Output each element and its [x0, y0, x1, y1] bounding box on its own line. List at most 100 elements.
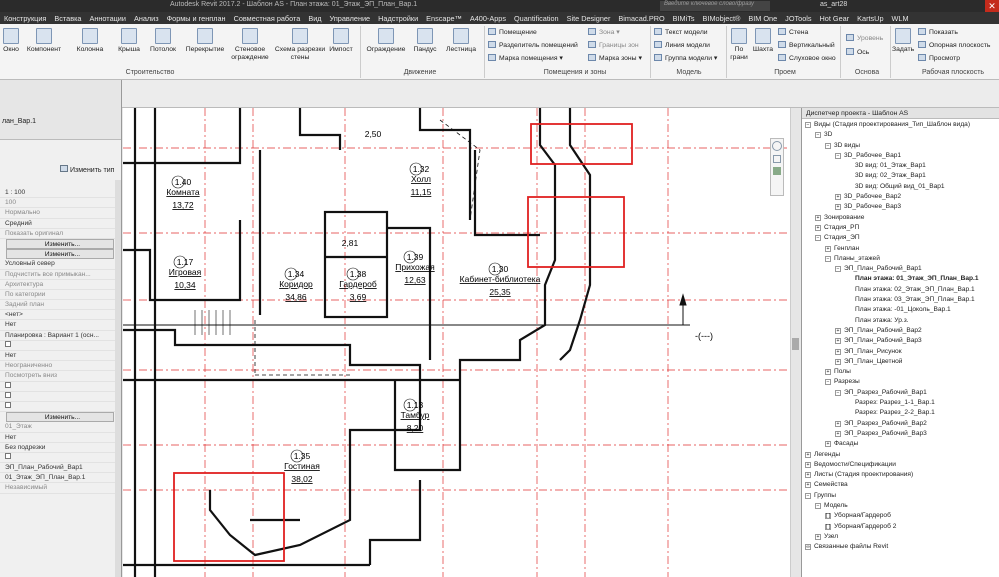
- search-input[interactable]: Введите ключевое слово/фразу: [660, 1, 770, 11]
- node-icon[interactable]: [ ]: [825, 513, 831, 520]
- browser-node[interactable]: + Генплан: [802, 244, 999, 254]
- collapse-icon[interactable]: −: [835, 389, 841, 396]
- scroll-thumb[interactable]: [792, 338, 799, 350]
- browser-node[interactable]: 3D вид: 01_Этаж_Вар1: [802, 161, 999, 171]
- expand-icon[interactable]: +: [815, 224, 821, 231]
- property-row[interactable]: Условный север: [0, 259, 121, 270]
- show-workplane-button[interactable]: Показать: [918, 28, 958, 36]
- model-text-button[interactable]: Текст модели: [654, 28, 708, 36]
- property-row[interactable]: Независимый: [0, 483, 121, 494]
- browser-node[interactable]: − Планы_этажей: [802, 254, 999, 264]
- room-button[interactable]: Помещение: [488, 28, 537, 36]
- browser-node[interactable]: + Фасады: [802, 439, 999, 449]
- edit-button[interactable]: Изменить...: [6, 238, 114, 250]
- region-icon[interactable]: [773, 167, 781, 175]
- browser-node[interactable]: + ЭП_Разрез_Рабочий_Вар2: [802, 419, 999, 429]
- property-row[interactable]: 01_Этаж_ЭП_План_Вар.1: [0, 473, 121, 484]
- property-row[interactable]: По категории: [0, 290, 121, 301]
- shaft-button[interactable]: Шахта: [752, 28, 774, 54]
- ceiling-button[interactable]: Потолок: [146, 28, 180, 54]
- node-icon[interactable]: [ ]: [825, 523, 831, 530]
- expand-icon[interactable]: +: [825, 369, 831, 376]
- property-checkbox[interactable]: [5, 381, 11, 388]
- browser-node[interactable]: План этажа: -01_Цоколь_Вар.1: [802, 305, 999, 315]
- browser-node[interactable]: [ ] Уборная/Гардероб 2: [802, 522, 999, 532]
- vertical-opening-button[interactable]: Вертикальный: [778, 41, 835, 49]
- browser-node[interactable]: + Зонирование: [802, 213, 999, 223]
- level-button[interactable]: Уровень: [846, 34, 883, 42]
- viewer-button[interactable]: Просмотр: [918, 54, 960, 62]
- property-row[interactable]: Нет: [0, 351, 121, 362]
- property-checkbox[interactable]: [5, 401, 11, 408]
- property-row[interactable]: Средний: [0, 219, 121, 229]
- mullion-button[interactable]: Импост: [326, 28, 356, 54]
- browser-node[interactable]: План этажа: 01_Этаж_ЭП_План_Вар.1: [802, 274, 999, 284]
- wall-opening-button[interactable]: Стена: [778, 28, 808, 36]
- property-row[interactable]: [0, 381, 121, 392]
- canvas-scrollbar[interactable]: [790, 108, 800, 577]
- browser-node[interactable]: План этажа: 03_Этаж_ЭП_План_Вар.1: [802, 295, 999, 305]
- browser-node[interactable]: [ ] Уборная/Гардероб: [802, 511, 999, 521]
- property-checkbox[interactable]: [5, 391, 11, 398]
- browser-node[interactable]: − ЭП_План_Рабочий_Вар1: [802, 264, 999, 274]
- browser-node[interactable]: 3D вид: 02_Этаж_Вар1: [802, 171, 999, 181]
- floor-plan[interactable]: 2,50 1.40Комната 13,72 1.32Холл 11,15 2,81 1.1…: [123, 108, 790, 577]
- browser-node[interactable]: − Разрезы: [802, 377, 999, 387]
- property-row[interactable]: Нет: [0, 320, 121, 331]
- expand-icon[interactable]: +: [805, 451, 811, 458]
- property-row[interactable]: Неограниченно: [0, 361, 121, 372]
- browser-node[interactable]: + Полы: [802, 367, 999, 377]
- expand-icon[interactable]: +: [815, 533, 821, 540]
- expand-icon[interactable]: +: [835, 420, 841, 427]
- expand-icon[interactable]: +: [825, 441, 831, 448]
- browser-node[interactable]: + Легенды: [802, 450, 999, 460]
- collapse-icon[interactable]: −: [805, 492, 811, 499]
- set-workplane-button[interactable]: Задать: [892, 28, 914, 54]
- property-row[interactable]: [0, 401, 121, 413]
- property-row[interactable]: Задний план: [0, 300, 121, 311]
- ramp-button[interactable]: Пандус: [410, 28, 440, 54]
- model-line-button[interactable]: Линия модели: [654, 41, 710, 49]
- browser-node[interactable]: +3D_Рабочее_Вар3: [802, 202, 999, 212]
- drawing-canvas[interactable]: 2,50 1.40 Комната 13,72 1.32 Холл 11,15 2,81 1.1…: [123, 108, 790, 577]
- area-boundary-button[interactable]: Границы зон: [588, 41, 639, 49]
- column-button[interactable]: Колонна: [72, 28, 108, 54]
- collapse-icon[interactable]: −: [825, 255, 831, 262]
- browser-node[interactable]: +3D_Рабочее_Вар2: [802, 192, 999, 202]
- collapse-icon[interactable]: −: [805, 122, 811, 128]
- browser-node[interactable]: −3D_Рабочее_Вар1: [802, 151, 999, 161]
- browser-node[interactable]: −3D виды: [802, 141, 999, 151]
- user-name[interactable]: as_art28: [820, 1, 847, 8]
- dormer-button[interactable]: Слуховое окно: [778, 54, 836, 62]
- browser-node[interactable]: − Виды (Стадия проектирования_Тип_Шаблон …: [802, 120, 999, 130]
- expand-icon[interactable]: +: [835, 348, 841, 355]
- property-row[interactable]: Нет: [0, 433, 121, 443]
- property-row[interactable]: ЭП_План_Рабочий_Вар1: [0, 463, 121, 474]
- property-row[interactable]: 1 : 100: [0, 188, 121, 199]
- property-row[interactable]: Подчистить все примыкан...: [0, 270, 121, 280]
- browser-node[interactable]: + ЭП_План_Рисунок: [802, 347, 999, 357]
- browser-node[interactable]: + ЭП_Разрез_Рабочий_Вар3: [802, 429, 999, 439]
- browser-node[interactable]: Разрез: Разрез_2-2_Вар.1: [802, 408, 999, 418]
- edit-type-button[interactable]: Изменить тип: [60, 165, 114, 174]
- area-tag-button[interactable]: Марка зоны ▾: [588, 54, 642, 62]
- browser-node[interactable]: + ЭП_План_Рабочий_Вар2: [802, 326, 999, 336]
- stair-button[interactable]: Лестница: [442, 28, 480, 54]
- property-row[interactable]: Посмотреть вниз: [0, 371, 121, 382]
- close-button[interactable]: ✕: [985, 0, 999, 12]
- collapse-icon[interactable]: −: [835, 152, 841, 159]
- by-face-button[interactable]: По грани: [728, 28, 750, 62]
- edit-button[interactable]: Изменить...: [6, 412, 114, 423]
- collapse-icon[interactable]: −: [815, 235, 821, 242]
- properties-scrollbar[interactable]: [115, 180, 121, 577]
- area-button[interactable]: Зона ▾: [588, 28, 620, 36]
- type-selector[interactable]: лан_Вар.1: [0, 80, 121, 140]
- curtain-grid-button[interactable]: Схема разрезки стены: [274, 28, 326, 62]
- expand-icon[interactable]: +: [835, 204, 841, 211]
- expand-icon[interactable]: +: [835, 338, 841, 345]
- expand-icon[interactable]: +: [805, 482, 811, 489]
- browser-node[interactable]: План этажа: Ур.з.: [802, 316, 999, 326]
- grid-button[interactable]: Ось: [846, 48, 869, 56]
- railing-button[interactable]: Ограждение: [364, 28, 408, 54]
- collapse-icon[interactable]: −: [825, 379, 831, 386]
